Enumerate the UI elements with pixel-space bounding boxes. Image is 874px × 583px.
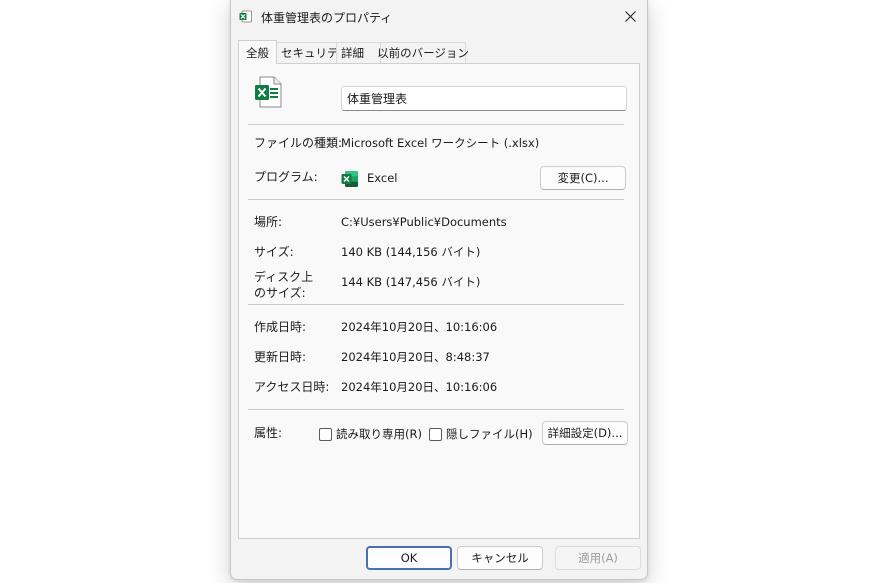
checkbox-box[interactable] (319, 427, 332, 441)
hidden-label: 隠しファイル(H) (446, 427, 533, 441)
created-value: 2024年10月20日、10:16:06 (341, 320, 498, 334)
readonly-label: 読み取り専用(R) (336, 427, 422, 441)
separator (248, 199, 624, 200)
ok-button[interactable]: OK (366, 546, 452, 570)
checkbox-box[interactable] (429, 427, 442, 441)
readonly-checkbox[interactable]: 読み取り専用(R) (319, 426, 422, 442)
properties-dialog: 体重管理表のプロパティ 全般 セキュリティ 詳細 以前のバージョン ファイルの種… (230, 0, 648, 580)
created-label: 作成日時: (254, 320, 307, 334)
tab-previous-versions[interactable]: 以前のバージョン (377, 42, 469, 63)
change-program-button[interactable]: 変更(C)... (540, 166, 626, 190)
tab-general[interactable]: 全般 (238, 40, 277, 64)
program-label: プログラム: (254, 170, 318, 184)
size-on-disk-value: 144 KB (147,456 バイト) (341, 275, 481, 289)
separator (248, 409, 624, 410)
size-label: サイズ: (254, 245, 294, 259)
hidden-checkbox[interactable]: 隠しファイル(H) (429, 426, 533, 442)
modified-label: 更新日時: (254, 350, 307, 364)
tab-security[interactable]: セキュリティ (276, 42, 349, 63)
separator (248, 304, 624, 305)
excel-app-icon (341, 171, 358, 187)
file-type-label: ファイルの種類: (254, 136, 343, 150)
program-name: Excel (367, 171, 398, 185)
size-on-disk-label-line1: ディスク上 (254, 270, 314, 284)
accessed-label: アクセス日時: (254, 380, 330, 394)
excel-document-icon (255, 76, 282, 108)
size-value: 140 KB (144,156 バイト) (341, 245, 481, 259)
cancel-button[interactable]: キャンセル (457, 546, 543, 570)
close-icon (624, 10, 636, 22)
tab-strip: 全般 セキュリティ 詳細 以前のバージョン (238, 40, 469, 64)
attributes-label: 属性: (254, 426, 283, 440)
excel-file-icon (239, 10, 252, 23)
modified-value: 2024年10月20日、8:48:37 (341, 350, 490, 364)
accessed-value: 2024年10月20日、10:16:06 (341, 380, 498, 394)
advanced-button[interactable]: 詳細設定(D)... (542, 421, 628, 445)
size-on-disk-label-line2: のサイズ: (254, 286, 306, 300)
close-button[interactable] (617, 3, 643, 29)
general-panel: ファイルの種類: Microsoft Excel ワークシート (.xlsx) … (238, 63, 640, 539)
title-bar[interactable]: 体重管理表のプロパティ (231, 0, 647, 33)
file-name-input[interactable] (341, 86, 627, 111)
location-label: 場所: (254, 215, 283, 229)
apply-button[interactable]: 適用(A) (555, 546, 641, 570)
tab-details[interactable]: 詳細 (336, 42, 381, 63)
file-type-value: Microsoft Excel ワークシート (.xlsx) (341, 136, 540, 150)
separator (248, 124, 624, 125)
window-title: 体重管理表のプロパティ (261, 11, 393, 25)
location-value: C:¥Users¥Public¥Documents (341, 215, 507, 229)
